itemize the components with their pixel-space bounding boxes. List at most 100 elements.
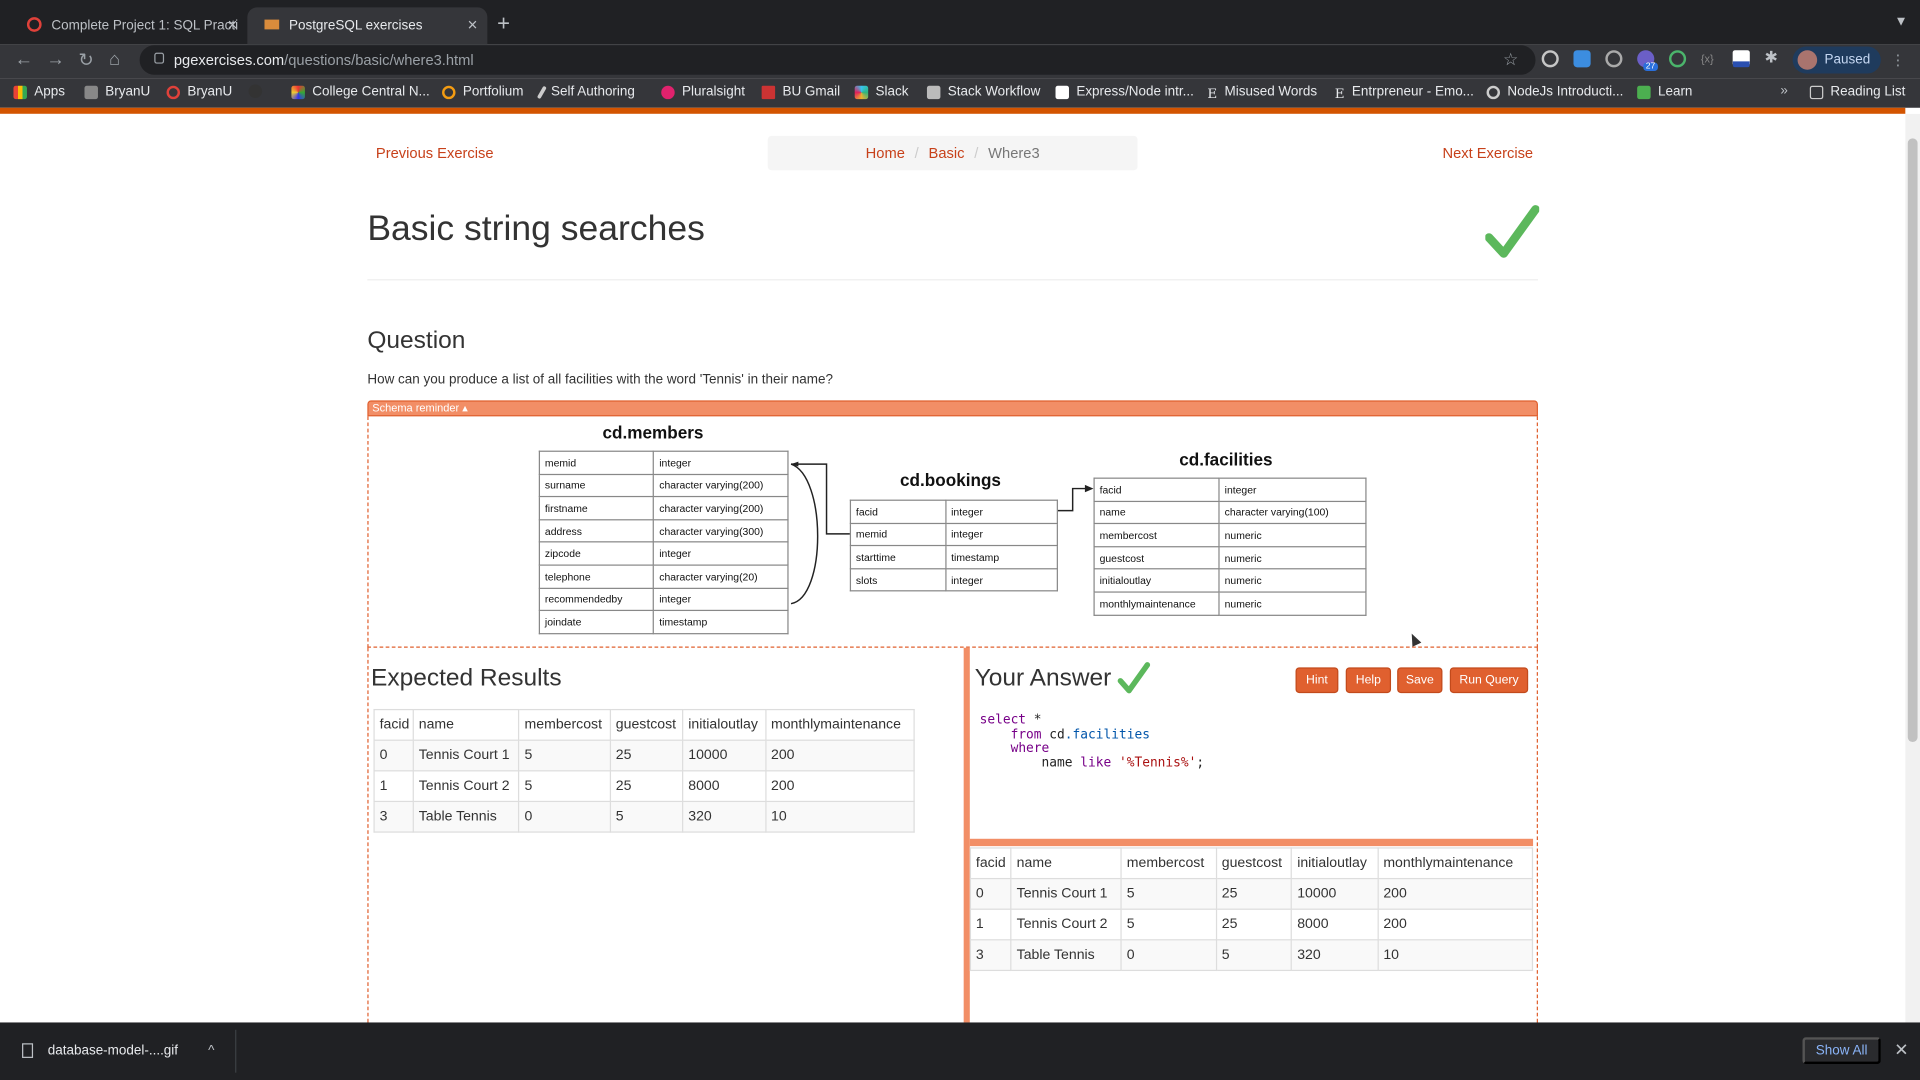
close-icon[interactable]: × [468,15,478,35]
bookmark-item[interactable]: College Central N... [291,84,430,99]
bookmark-item[interactable]: Stack Workflow [926,84,1040,99]
table-cell: 8000 [1291,908,1379,941]
bookmark-favicon-icon [1055,85,1069,99]
bookmark-item[interactable]: BryanU [84,84,150,99]
table-cell: 25 [609,770,684,803]
table-cell: 5 [609,800,684,833]
download-bar: database-model-....gif ^ Show All ✕ [0,1022,1920,1080]
extension-icon[interactable] [1541,50,1559,68]
table-cell: 320 [682,800,767,833]
tab-favicon-icon [26,17,42,32]
tab-strip: Complete Project 1: SQL Practi × Postgre… [0,0,1920,45]
download-item[interactable]: database-model-....gif [22,1043,178,1058]
checkmark-icon [1117,662,1151,694]
bookmark-favicon-icon [926,85,941,99]
answer-results-table: facid name membercost guestcost initialoutla… [969,847,1534,972]
sql-editor[interactable]: select * from cd.facilities where name l… [970,707,1533,839]
table-cell: 5 [1120,877,1217,910]
bookmark-item[interactable]: BU Gmail [761,84,840,99]
extension-icon[interactable] [1573,50,1591,68]
table-cell: 5 [518,770,611,803]
tab-search-icon[interactable]: ▼ [1894,15,1907,30]
avatar [1797,50,1818,70]
gmail-icon [761,85,776,99]
profile-button[interactable]: Paused [1792,46,1881,74]
extension-icon[interactable] [1732,50,1750,68]
expected-results-table: facid name membercost guestcost initialoutla… [373,708,915,833]
hint-button[interactable]: Hint [1295,667,1339,694]
table-cell: 5 [1215,939,1293,972]
table-row: 1 Tennis Court 2 5 25 8000 200 [969,908,1534,941]
url-text: pgexercises.com/questions/basic/where3.h… [173,51,474,69]
bookmark-item[interactable] [248,84,270,98]
table-header-row: facid name membercost guestcost initialoutla… [969,847,1534,880]
bookmark-item[interactable]: Pluralsight [661,84,745,99]
bookmark-item[interactable]: Self Authoring [536,84,635,99]
reading-list-button[interactable]: Reading List [1809,84,1905,99]
help-button[interactable]: Help [1345,667,1392,694]
column-header: guestcost [1215,847,1293,880]
more-menu-icon[interactable]: ⋮ [1891,51,1906,68]
tab-sql-practice[interactable]: Complete Project 1: SQL Practi × [10,7,248,44]
schema-relations [790,461,1094,605]
letter-e-icon: E [1334,85,1345,102]
column-header: monthlymaintenance [764,708,915,741]
table-row: 3 Table Tennis 0 5 320 10 [373,800,915,833]
bookmark-item[interactable]: Slack [854,84,908,99]
save-button[interactable]: Save [1397,667,1443,694]
table-row: 1 Tennis Court 2 5 25 8000 200 [373,770,915,803]
column-header: membercost [518,708,611,741]
bookmark-item[interactable]: Learn [1637,84,1692,99]
bookmark-item[interactable]: Express/Node intr... [1055,84,1194,99]
table-cell: 200 [764,770,915,803]
tab-favicon-icon [264,19,280,30]
extension-icon[interactable] [1668,50,1687,68]
profile-status: Paused [1824,52,1871,68]
bookmark-item[interactable]: E Entrpreneur - Emo... [1334,84,1474,102]
bookmark-item[interactable]: NodeJs Introducti... [1486,84,1623,99]
home-icon[interactable]: ⌂ [109,49,120,70]
chevron-up-icon[interactable]: ^ [208,1043,214,1058]
forward-icon[interactable]: → [47,49,65,70]
table-cell: 200 [1377,877,1534,910]
more-bookmarks-icon[interactable]: » [1780,83,1788,98]
horizontal-splitter[interactable] [969,838,1534,847]
table-cell: 0 [373,739,414,772]
bookmark-apps[interactable]: Apps [13,84,65,99]
bookmark-item[interactable]: BryanU [166,84,232,99]
extension-icon[interactable] [1605,50,1623,68]
new-tab-icon[interactable]: + [497,11,510,37]
column-header: name [1010,847,1122,880]
table-cell: 0 [1120,939,1217,972]
close-icon[interactable]: × [228,15,238,35]
github-icon [248,84,263,98]
expected-results-pane [367,647,963,1023]
show-all-button[interactable]: Show All [1802,1037,1881,1065]
table-cell: 200 [764,739,915,772]
column-header: membercost [1120,847,1217,880]
table-cell: 3 [969,939,1012,972]
table-cell: 3 [373,800,414,833]
table-cell: 10000 [682,739,767,772]
table-cell: Tennis Court 1 [1010,877,1122,910]
run-query-button[interactable]: Run Query [1449,667,1529,694]
scrollbar-thumb[interactable] [1907,138,1918,743]
letter-e-icon: E [1207,85,1218,102]
bookmark-item[interactable]: Portfolium [442,84,524,99]
column-header: name [412,708,520,741]
reload-icon[interactable]: ↻ [78,49,93,71]
tab-postgresql-exercises[interactable]: PostgreSQL exercises × [247,7,488,45]
close-icon[interactable]: ✕ [1894,1040,1908,1061]
extension-icon[interactable]: {x} [1701,53,1718,70]
bookmark-star-icon[interactable]: ☆ [1503,49,1518,70]
puzzle-icon[interactable]: ✱ [1765,48,1782,66]
slack-icon [854,85,869,99]
address-bar[interactable]: pgexercises.com/questions/basic/where3.h… [139,45,1536,75]
bookmark-favicon-icon [291,85,305,99]
bookmark-favicon-icon [1637,85,1651,99]
bookmark-item[interactable]: E Misused Words [1207,84,1317,102]
table-cell: 0 [518,800,611,833]
table-cell: Tennis Court 1 [412,739,520,772]
table-cell: 10 [764,800,915,833]
back-icon[interactable]: ← [15,49,33,70]
